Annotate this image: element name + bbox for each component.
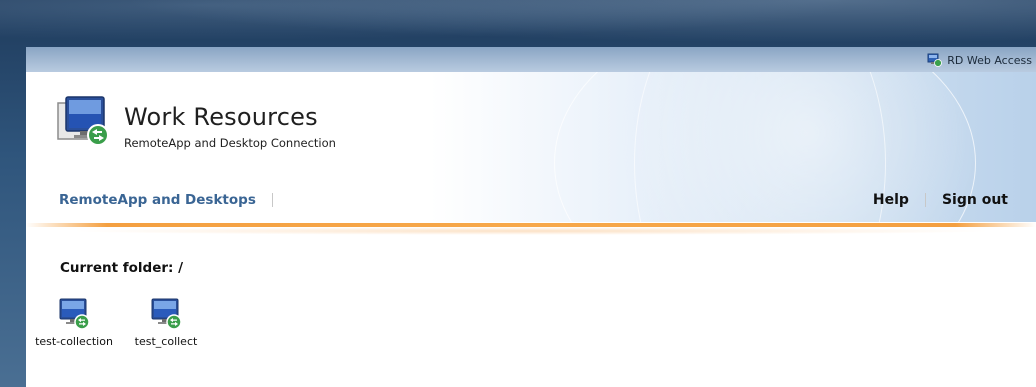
current-folder-label: Current folder: / [60, 260, 184, 276]
nav-underline-glow [66, 227, 996, 235]
list-item[interactable]: test_collect [126, 297, 206, 348]
sign-out-link[interactable]: Sign out [942, 192, 1008, 208]
page-subtitle: RemoteApp and Desktop Connection [124, 136, 336, 150]
rd-web-access-link[interactable]: RD Web Access [927, 52, 1032, 68]
nav-left: RemoteApp and Desktops [59, 192, 273, 208]
remote-desktop-icon [57, 297, 91, 331]
remoteapp-logo-icon [56, 95, 112, 147]
remote-desktop-icon [149, 297, 183, 331]
list-item[interactable]: test-collection [34, 297, 114, 348]
rd-web-page: RD Web Access Work Resources RemoteApp a… [26, 47, 1036, 387]
help-link[interactable]: Help [873, 192, 909, 208]
page-title: Work Resources [124, 103, 318, 131]
nav-separator [271, 193, 273, 207]
top-bar: RD Web Access [26, 47, 1036, 72]
nav-right: Help Sign out [873, 192, 1008, 208]
rd-web-access-icon [927, 53, 943, 67]
globe-graphic-lines [634, 72, 886, 222]
rd-web-access-label: RD Web Access [947, 53, 1032, 67]
list-item-label: test_collect [134, 335, 198, 348]
nav-separator [924, 193, 926, 207]
tab-remoteapp-and-desktops[interactable]: RemoteApp and Desktops [59, 192, 256, 208]
list-item-label: test-collection [35, 335, 113, 348]
